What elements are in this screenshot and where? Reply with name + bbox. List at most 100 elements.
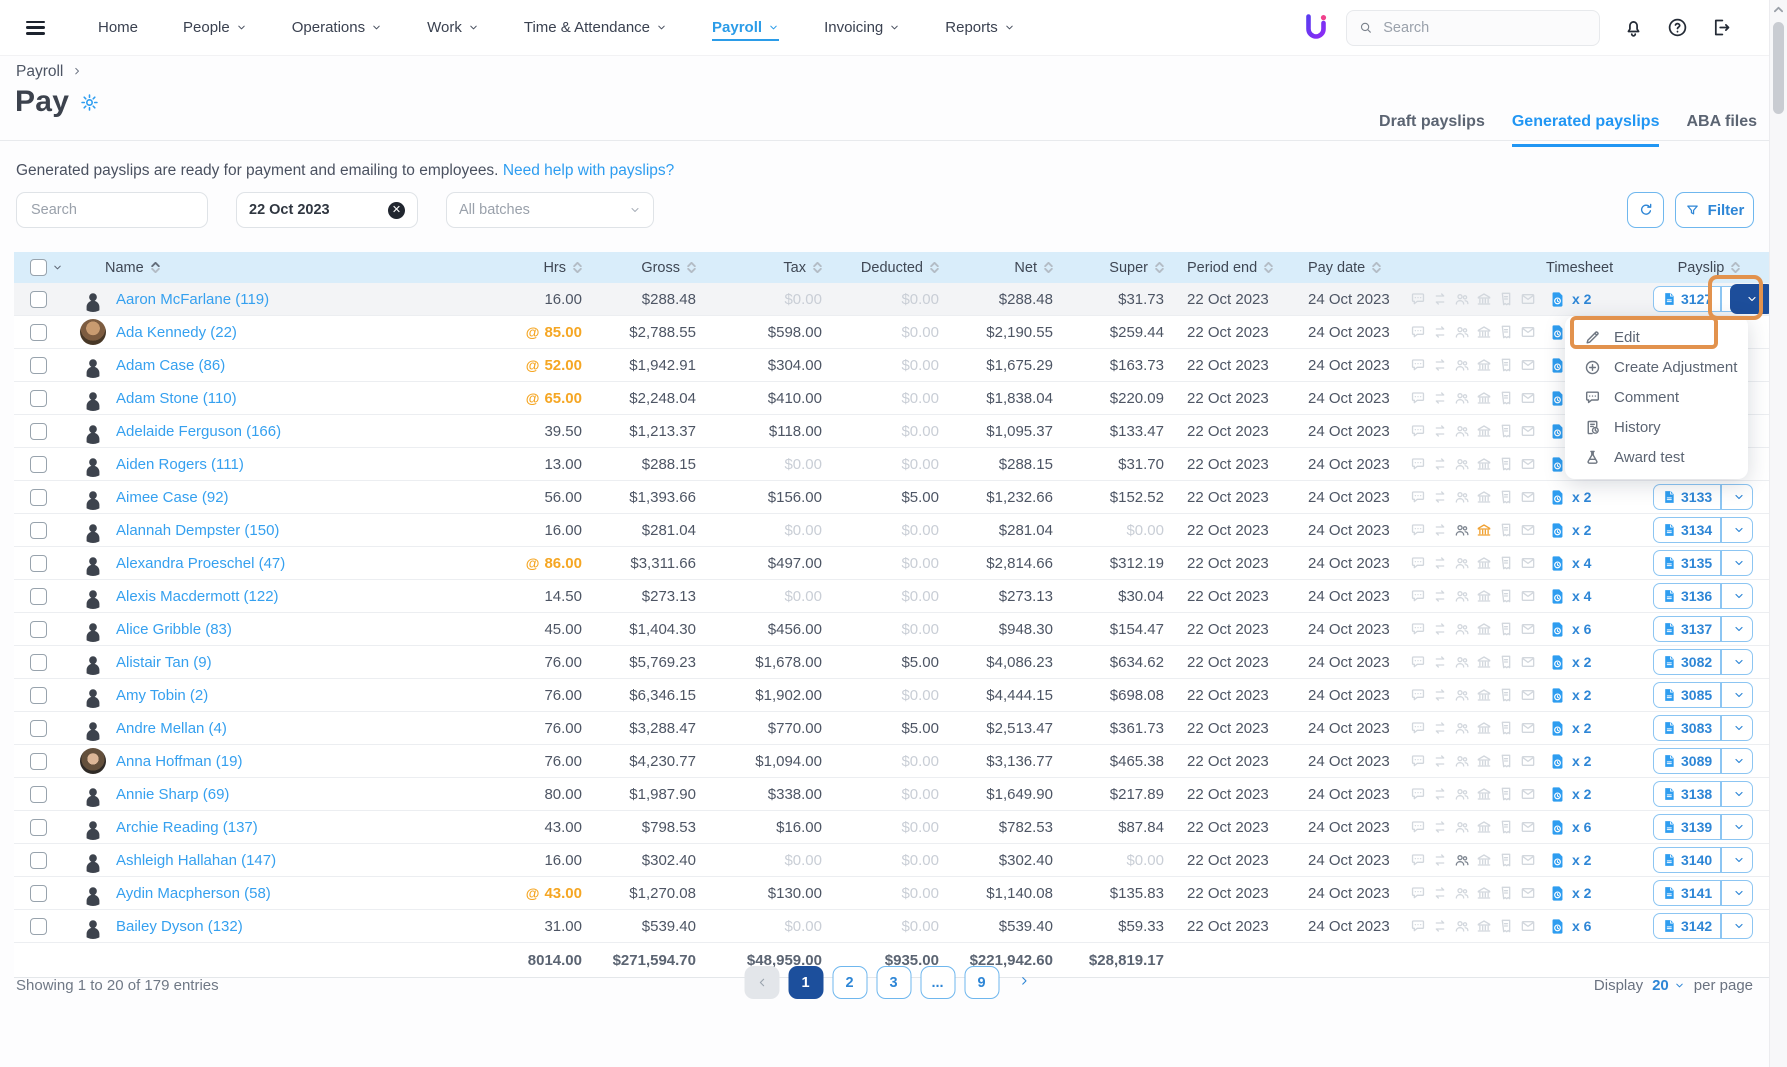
employee-name-link[interactable]: Adelaide Ferguson (166) [116,423,281,440]
payslip-menu-chevron-button[interactable] [1727,782,1752,806]
people-icon[interactable] [1454,555,1470,571]
tab-aba-files[interactable]: ABA files [1686,113,1757,147]
row-checkbox[interactable] [30,720,47,737]
nav-time-attendance[interactable]: Time & Attendance [524,19,667,36]
shift-swap-icon[interactable] [1432,291,1448,307]
employee-name-link[interactable]: Ashleigh Hallahan (147) [116,852,276,869]
column-header-period-end[interactable]: Period end [1166,260,1295,276]
next-page-button[interactable] [1008,966,1043,999]
column-header-super[interactable]: Super [1055,260,1166,276]
people-icon[interactable] [1454,687,1470,703]
employee-name-link[interactable]: Alice Gribble (83) [116,621,232,638]
receipt-icon[interactable] [1498,456,1514,472]
menu-item-history[interactable]: History [1565,413,1748,442]
column-header-payslip[interactable]: Payslip [1645,260,1773,276]
menu-item-create-adjustment[interactable]: Create Adjustment [1565,353,1748,382]
bank-icon[interactable] [1476,324,1492,340]
comment-icon[interactable] [1410,324,1426,340]
people-icon[interactable] [1454,291,1470,307]
column-header-tax[interactable]: Tax [698,260,824,276]
timesheet-icon[interactable] [1549,357,1566,374]
page-button-9[interactable]: 9 [964,966,999,999]
payslip-menu-chevron-button[interactable] [1727,914,1752,938]
payslip-menu-chevron-button[interactable] [1730,284,1774,314]
receipt-icon[interactable] [1498,324,1514,340]
receipt-icon[interactable] [1498,621,1514,637]
receipt-icon[interactable] [1498,522,1514,538]
row-checkbox[interactable] [30,885,47,902]
shift-swap-icon[interactable] [1432,918,1448,934]
employee-name-link[interactable]: Aiden Rogers (111) [116,456,244,473]
comment-icon[interactable] [1410,918,1426,934]
people-icon[interactable] [1454,489,1470,505]
row-checkbox[interactable] [30,489,47,506]
timesheet-icon[interactable] [1549,720,1566,737]
page-scrollbar[interactable] [1769,0,1787,1067]
shift-swap-icon[interactable] [1432,588,1448,604]
people-icon[interactable] [1454,852,1470,868]
nav-operations[interactable]: Operations [292,19,382,36]
people-icon[interactable] [1454,357,1470,373]
nav-reports[interactable]: Reports [945,19,1015,36]
shift-swap-icon[interactable] [1432,654,1448,670]
timesheet-icon[interactable] [1549,522,1566,539]
bank-icon[interactable] [1476,786,1492,802]
employee-name-link[interactable]: Alexis Macdermott (122) [116,588,279,605]
shift-swap-icon[interactable] [1432,390,1448,406]
payslip-button[interactable]: 3135 [1653,550,1753,576]
column-header-gross[interactable]: Gross [584,260,698,276]
shift-swap-icon[interactable] [1432,819,1448,835]
row-checkbox[interactable] [30,918,47,935]
column-header-pay-date[interactable]: Pay date [1295,260,1400,276]
menu-item-award-test[interactable]: Award test [1565,443,1748,472]
receipt-icon[interactable] [1498,885,1514,901]
bank-icon[interactable] [1476,291,1492,307]
row-checkbox[interactable] [30,852,47,869]
comment-icon[interactable] [1410,555,1426,571]
comment-icon[interactable] [1410,819,1426,835]
batches-select[interactable]: All batches [446,192,654,228]
receipt-icon[interactable] [1498,654,1514,670]
employee-name-link[interactable]: Annie Sharp (69) [116,786,229,803]
menu-item-edit[interactable]: Edit [1565,323,1748,352]
bank-icon[interactable] [1476,885,1492,901]
breadcrumb-payroll-link[interactable]: Payroll [16,63,63,81]
bank-icon[interactable] [1476,588,1492,604]
comment-icon[interactable] [1410,489,1426,505]
payslip-button[interactable]: 3137 [1653,616,1753,642]
payslip-button[interactable]: 3142 [1653,913,1753,939]
timesheet-icon[interactable] [1549,588,1566,605]
employee-name-link[interactable]: Archie Reading (137) [116,819,258,836]
shift-swap-icon[interactable] [1432,687,1448,703]
row-checkbox[interactable] [30,390,47,407]
payslip-menu-chevron-button[interactable] [1727,815,1752,839]
timesheet-icon[interactable] [1549,852,1566,869]
employee-name-link[interactable]: Adam Case (86) [116,357,225,374]
receipt-icon[interactable] [1498,687,1514,703]
bank-icon[interactable] [1476,621,1492,637]
people-icon[interactable] [1454,885,1470,901]
timesheet-icon[interactable] [1549,621,1566,638]
table-search-input[interactable] [29,201,195,219]
page-button-1[interactable]: 1 [788,966,823,999]
comment-icon[interactable] [1410,885,1426,901]
comment-icon[interactable] [1410,588,1426,604]
column-header-name[interactable]: Name [76,260,460,276]
people-icon[interactable] [1454,753,1470,769]
payslip-menu-chevron-button[interactable] [1727,848,1752,872]
bank-icon[interactable] [1476,555,1492,571]
bank-icon[interactable] [1476,720,1492,736]
shift-swap-icon[interactable] [1432,423,1448,439]
row-checkbox[interactable] [30,291,47,308]
bank-icon[interactable] [1476,687,1492,703]
receipt-icon[interactable] [1498,786,1514,802]
comment-icon[interactable] [1410,390,1426,406]
employee-name-link[interactable]: Andre Mellan (4) [116,720,227,737]
payslip-button[interactable]: 3134 [1653,517,1753,543]
global-search-input[interactable] [1381,19,1587,37]
logout-icon[interactable] [1711,17,1732,38]
payslip-button[interactable]: 3082 [1653,649,1753,675]
shift-swap-icon[interactable] [1432,324,1448,340]
timesheet-icon[interactable] [1549,555,1566,572]
employee-name-link[interactable]: Alistair Tan (9) [116,654,212,671]
